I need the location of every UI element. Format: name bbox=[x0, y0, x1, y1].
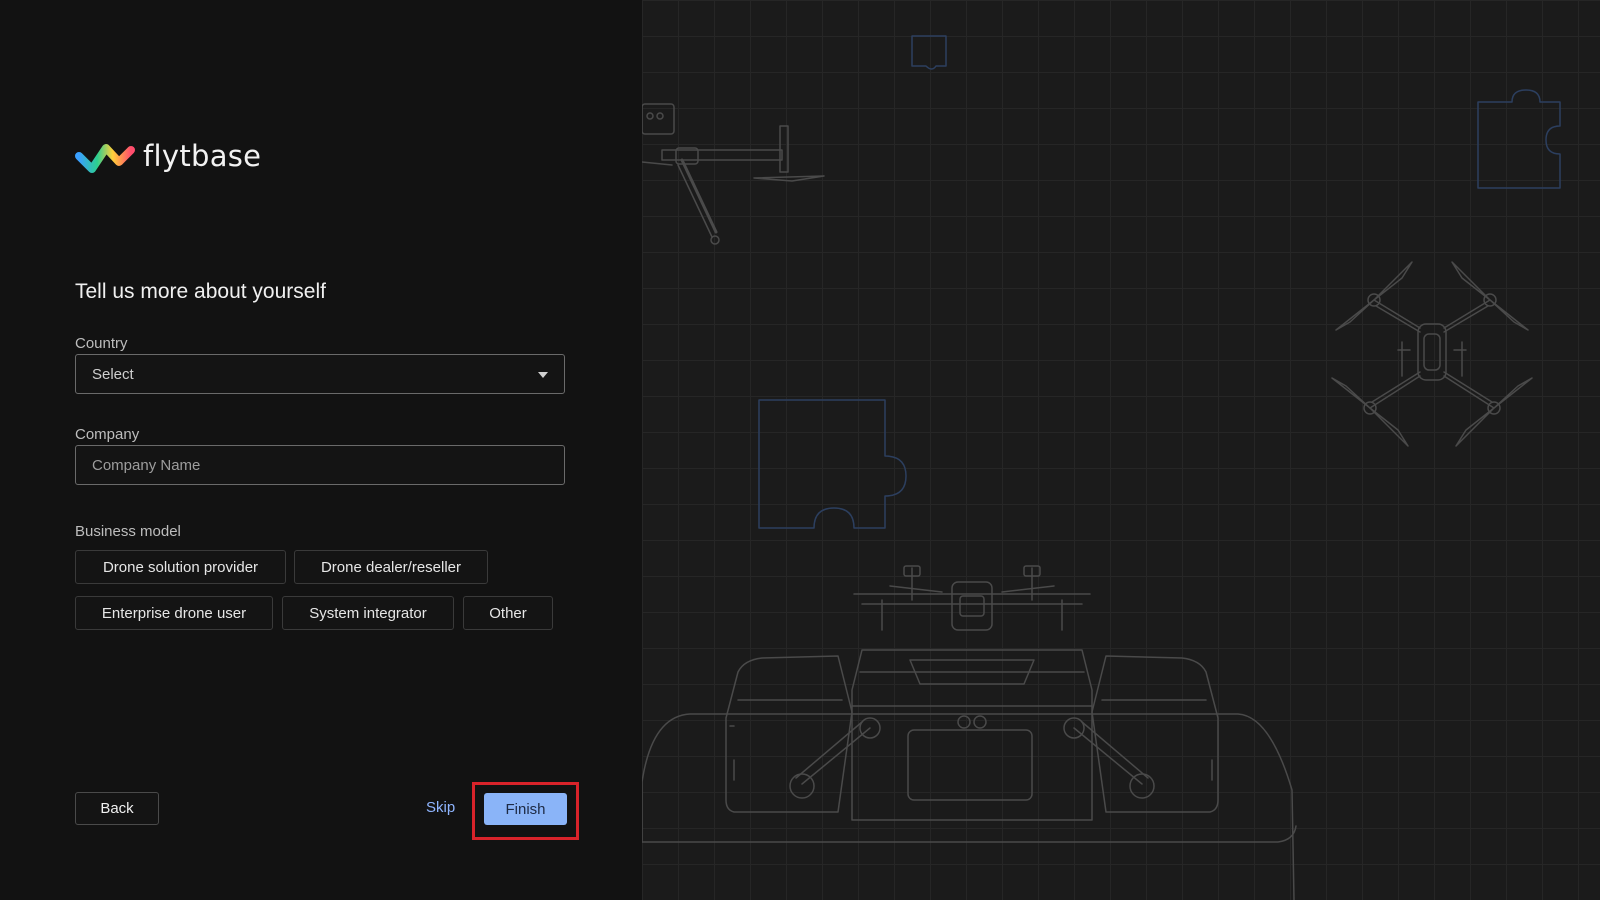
drone-top-left bbox=[642, 103, 825, 245]
puzzle-piece-top bbox=[911, 35, 947, 70]
option-system-integrator[interactable]: System integrator bbox=[282, 596, 454, 630]
business-model-label: Business model bbox=[75, 523, 181, 540]
skip-link[interactable]: Skip bbox=[426, 799, 455, 816]
company-label: Company bbox=[75, 426, 140, 443]
back-button[interactable]: Back bbox=[75, 792, 159, 825]
puzzle-piece-center bbox=[758, 399, 907, 529]
illustration-panel bbox=[642, 0, 1600, 900]
brand-name: flytbase bbox=[143, 139, 262, 173]
option-enterprise-drone-user[interactable]: Enterprise drone user bbox=[75, 596, 273, 630]
form-panel: flytbase Tell us more about yourself Cou… bbox=[0, 0, 642, 900]
flytbase-logo-icon bbox=[75, 144, 135, 173]
company-name-input[interactable] bbox=[75, 445, 565, 485]
docking-station-with-drone bbox=[642, 565, 1297, 900]
puzzle-piece-top-right bbox=[1477, 89, 1561, 189]
page-title: Tell us more about yourself bbox=[75, 280, 326, 303]
country-select[interactable]: Select bbox=[75, 354, 565, 394]
option-other[interactable]: Other bbox=[463, 596, 553, 630]
finish-button[interactable]: Finish bbox=[484, 793, 567, 825]
dropdown-caret-icon bbox=[538, 372, 548, 378]
country-select-value: Select bbox=[92, 366, 134, 383]
onboarding-page: flytbase Tell us more about yourself Cou… bbox=[0, 0, 1600, 900]
country-label: Country bbox=[75, 335, 128, 352]
option-drone-dealer-reseller[interactable]: Drone dealer/reseller bbox=[294, 550, 488, 584]
brand-logo: flytbase bbox=[75, 136, 261, 176]
quadcopter-drone bbox=[1331, 261, 1533, 447]
drone-illustration bbox=[642, 35, 1561, 900]
option-drone-solution-provider[interactable]: Drone solution provider bbox=[75, 550, 286, 584]
